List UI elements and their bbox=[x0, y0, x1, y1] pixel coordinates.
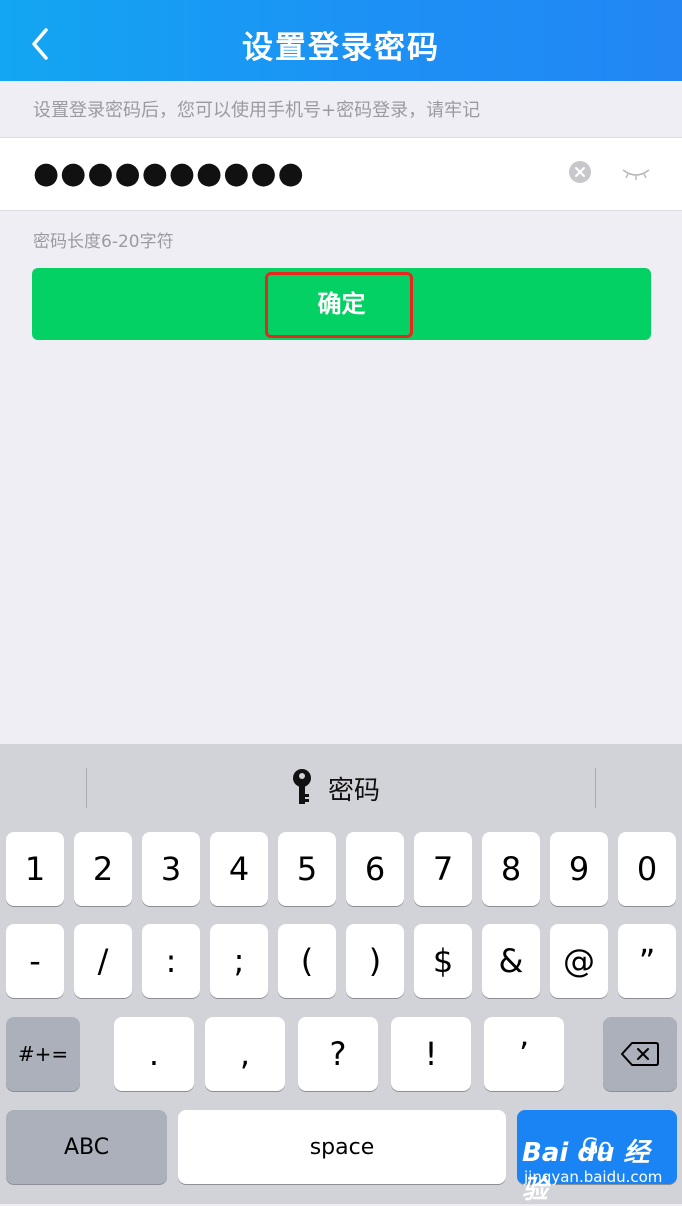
key-semicolon[interactable]: ; bbox=[210, 924, 268, 998]
key-right-paren[interactable]: ) bbox=[346, 924, 404, 998]
key-exclamation[interactable]: ! bbox=[391, 1017, 471, 1091]
key-6[interactable]: 6 bbox=[346, 832, 404, 906]
password-length-hint: 密码长度6-20字符 bbox=[33, 232, 174, 252]
key-slash[interactable]: / bbox=[74, 924, 132, 998]
key-3[interactable]: 3 bbox=[142, 832, 200, 906]
space-key[interactable]: space bbox=[178, 1110, 506, 1184]
page-title: 设置登录密码 bbox=[242, 30, 440, 66]
key-quote[interactable]: ” bbox=[618, 924, 676, 998]
key-icon bbox=[293, 769, 311, 804]
key-9[interactable]: 9 bbox=[550, 832, 608, 906]
password-hint: 设置登录密码后，您可以使用手机号+密码登录，请牢记 bbox=[33, 100, 481, 121]
key-period[interactable]: . bbox=[114, 1017, 194, 1091]
password-value[interactable]: ●●●●●●●●●● bbox=[33, 156, 305, 191]
key-apostrophe[interactable]: ’ bbox=[484, 1017, 564, 1091]
key-at[interactable]: @ bbox=[550, 924, 608, 998]
highlight-box bbox=[265, 272, 413, 338]
key-comma[interactable]: , bbox=[205, 1017, 285, 1091]
suggestion-divider bbox=[86, 768, 87, 808]
baidu-jingyan-watermark: Bai du 经验 jingyan.baidu.com bbox=[522, 1132, 672, 1205]
key-dollar[interactable]: $ bbox=[414, 924, 472, 998]
clear-circle-icon[interactable] bbox=[568, 160, 592, 184]
key-0[interactable]: 0 bbox=[618, 832, 676, 906]
key-5[interactable]: 5 bbox=[278, 832, 336, 906]
key-1[interactable]: 1 bbox=[6, 832, 64, 906]
key-2[interactable]: 2 bbox=[74, 832, 132, 906]
key-8[interactable]: 8 bbox=[482, 832, 540, 906]
key-4[interactable]: 4 bbox=[210, 832, 268, 906]
navigation-bar: 设置登录密码 bbox=[0, 0, 682, 81]
key-ampersand[interactable]: & bbox=[482, 924, 540, 998]
backspace-key[interactable] bbox=[603, 1017, 677, 1091]
eye-closed-icon[interactable] bbox=[620, 162, 652, 184]
keyboard-suggestion-bar: 密码 bbox=[0, 744, 682, 830]
key-more-symbols[interactable]: #+= bbox=[6, 1017, 80, 1091]
abc-key[interactable]: ABC bbox=[6, 1110, 167, 1184]
suggestion-divider bbox=[595, 768, 596, 808]
watermark-url: jingyan.baidu.com bbox=[524, 1168, 663, 1186]
key-question[interactable]: ? bbox=[298, 1017, 378, 1091]
suggestion-label: 密码 bbox=[328, 775, 381, 806]
key-7[interactable]: 7 bbox=[414, 832, 472, 906]
key-colon[interactable]: : bbox=[142, 924, 200, 998]
password-suggestion[interactable]: 密码 bbox=[290, 768, 380, 808]
key-hyphen[interactable]: - bbox=[6, 924, 64, 998]
backspace-icon bbox=[621, 1042, 659, 1066]
key-left-paren[interactable]: ( bbox=[278, 924, 336, 998]
